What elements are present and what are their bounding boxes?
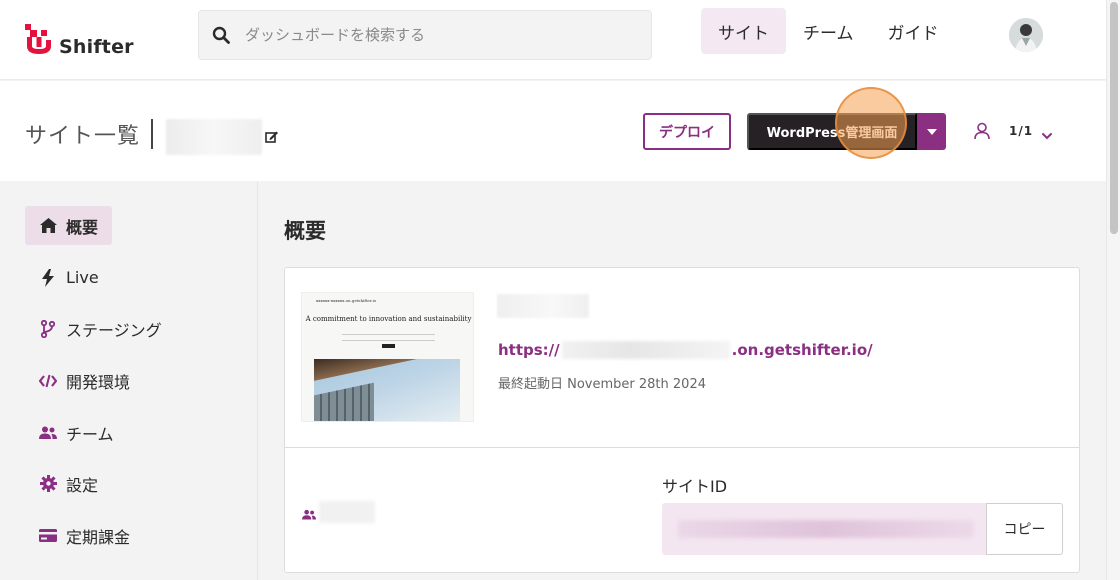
sidebar-item-development[interactable]: 開発環境 [25, 361, 144, 400]
section-title: 概要 [284, 219, 326, 243]
thumbnail-header: xxxxxx-xxxxxx.on.getshifter.io [316, 298, 377, 303]
code-icon [39, 372, 57, 390]
site-header: サイト一覧 デプロイ WordPress管理画面 1/1 [0, 81, 1106, 181]
card-divider [285, 447, 1079, 448]
sidebar-item-label: チーム [66, 424, 114, 444]
site-label-redacted [497, 294, 589, 318]
deploy-button[interactable]: デプロイ [643, 113, 731, 150]
sidebar-item-staging[interactable]: ステージング [25, 309, 176, 348]
sidebar-item-label: 概要 [66, 217, 99, 237]
page-scrollbar[interactable] [1106, 0, 1120, 580]
sidebar-item-label: 設定 [66, 475, 99, 495]
site-name-redacted [166, 119, 262, 155]
thumbnail-text-lines [342, 334, 435, 341]
site-overview-card: xxxxxx-xxxxxx.on.getshifter.io A commitm… [284, 267, 1080, 573]
last-launch-date: 最終起動日 November 28th 2024 [498, 377, 706, 392]
thumbnail-button [382, 344, 395, 348]
thumbnail-photo [314, 359, 460, 421]
sidebar-item-label: Live [66, 268, 99, 287]
site-id-field[interactable] [662, 503, 987, 555]
nav-site[interactable]: サイト [701, 8, 786, 54]
branch-icon [39, 319, 57, 338]
caret-down-icon [926, 128, 937, 135]
search-icon [201, 10, 241, 60]
wordpress-dropdown-button[interactable] [917, 113, 946, 150]
wordpress-admin-button[interactable]: WordPress管理画面 [747, 113, 917, 150]
chevron-down-icon[interactable] [1041, 127, 1053, 140]
site-url-link[interactable]: https:// .on.getshifter.io/ [498, 341, 873, 359]
site-thumbnail[interactable]: xxxxxx-xxxxxx.on.getshifter.io A commitm… [301, 292, 474, 422]
credit-card-icon [39, 527, 57, 545]
user-avatar[interactable] [1009, 18, 1043, 52]
scrollbar-thumb[interactable] [1110, 2, 1118, 234]
sidebar-item-team[interactable]: チーム [25, 413, 128, 452]
site-url-redacted [561, 341, 730, 359]
site-url-prefix: https:// [498, 341, 560, 359]
shifter-logo[interactable]: Shifter [25, 20, 134, 58]
thumbnail-title: A commitment to innovation and sustainab… [305, 315, 472, 323]
member-count[interactable]: 1/1 [1009, 124, 1033, 138]
user-icon [973, 122, 991, 140]
top-header: Shifter サイト チーム ガイド [0, 0, 1106, 80]
search-input[interactable] [245, 26, 625, 44]
gear-icon [39, 475, 57, 493]
sidebar-item-label: 定期課金 [66, 527, 131, 547]
bolt-icon [39, 268, 57, 287]
page-title: サイト一覧 [25, 124, 141, 149]
search-box[interactable] [198, 10, 652, 60]
sidebar-item-label: ステージング [66, 320, 162, 340]
copy-button[interactable]: コピー [986, 503, 1063, 555]
brand-name: Shifter [59, 36, 134, 58]
sidebar-item-billing[interactable]: 定期課金 [25, 516, 144, 555]
users-icon [39, 424, 57, 442]
nav-guide[interactable]: ガイド [871, 8, 956, 54]
edit-icon[interactable] [265, 129, 279, 143]
team-name-redacted [319, 501, 375, 523]
sidebar: 概要 Live ステージング 開発環境 チーム 設定 定期課金 [0, 181, 258, 580]
shifter-logo-icon [25, 24, 53, 54]
title-divider [151, 119, 153, 149]
site-id-label: サイトID [662, 477, 728, 496]
site-id-redacted [678, 520, 974, 538]
site-url-suffix: .on.getshifter.io/ [731, 341, 873, 359]
users-icon [302, 505, 316, 520]
main-nav: サイト チーム ガイド [701, 8, 956, 54]
sidebar-item-live[interactable]: Live [25, 258, 113, 297]
sidebar-item-overview[interactable]: 概要 [25, 206, 113, 245]
nav-team[interactable]: チーム [786, 8, 871, 54]
sidebar-item-label: 開発環境 [66, 372, 131, 392]
home-icon [39, 217, 57, 235]
sidebar-item-settings[interactable]: 設定 [25, 464, 112, 503]
